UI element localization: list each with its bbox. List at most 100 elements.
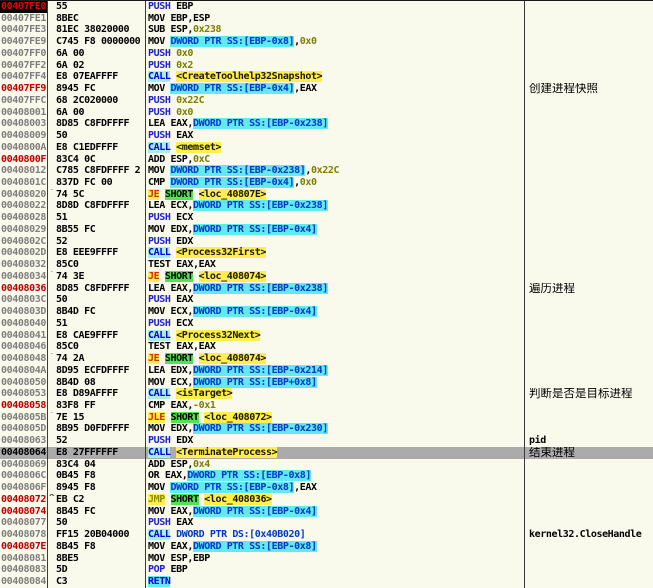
disasm-row[interactable]: 0040800950PUSH EAX	[0, 130, 653, 142]
disasm-row[interactable]: 0040807750PUSH EAX	[0, 517, 653, 529]
hex-bytes: C3	[56, 576, 67, 587]
disasm-row[interactable]: 00408064E8 27FFFFFFCALL <TerminateProces…	[0, 447, 653, 459]
disasm-row[interactable]: 0040803285C0TEST EAX,EAX	[0, 259, 653, 271]
hex-bytes: C785 C8FDFFFF 2	[56, 165, 140, 176]
disasm-row[interactable]: 0040804685C0TEST EAX,EAX	[0, 341, 653, 353]
hex-bytes-cell: 6A 02	[48, 60, 146, 72]
disasm-row[interactable]: 0040800AE8 C1EDFFFFCALL <memset>	[0, 142, 653, 154]
disasm-row[interactable]: 0040802DE8 EEE9FFFFCALL <Process32First>	[0, 247, 653, 259]
disasm-row[interactable]: 00408084C3RETN	[0, 576, 653, 588]
disasm-row[interactable]: 004080298B55 FCMOV EDX,DWORD PTR SS:[EBP…	[0, 224, 653, 236]
instruction-cell: SUB ESP,0x238	[146, 24, 525, 36]
comment-cell	[525, 271, 653, 283]
address-cell: 00407FF4	[0, 71, 48, 83]
disasm-row[interactable]: 004080748B45 FCMOV EAX,DWORD PTR SS:[EBP…	[0, 506, 653, 518]
address-cell: 00408053	[0, 388, 48, 400]
hex-bytes-cell: 8B55 FC	[48, 224, 146, 236]
hex-bytes-cell: 52	[48, 236, 146, 248]
instruction-cell: LEA EAX,DWORD PTR SS:[EBP-0x238]	[146, 118, 525, 130]
disasm-row[interactable]: 0040805883F8 FFCMP EAX,-0x1	[0, 400, 653, 412]
disasm-row[interactable]: 0040801C837D FC 00CMP DWORD PTR SS:[EBP-…	[0, 177, 653, 189]
comment-cell	[525, 294, 653, 306]
comment-cell: 判断是否是目标进程	[525, 388, 653, 400]
disasm-row[interactable]: 0040806F8945 F8MOV DWORD PTR SS:[EBP-0x8…	[0, 482, 653, 494]
disasm-row[interactable]: 00408041E8 CAE9FFFFCALL <Process32Next>	[0, 330, 653, 342]
address-cell: 0040807E	[0, 541, 48, 553]
hex-bytes-cell: 8D95 ECFDFFFF	[48, 365, 146, 377]
instruction-cell: JE SHORT <loc_40807E>	[146, 189, 525, 201]
disasm-row[interactable]: 0040806983C4 04ADD ESP,0x4	[0, 459, 653, 471]
disasm-row[interactable]: 0040805Bˇ7E 15JLE SHORT <loc_408072>	[0, 412, 653, 424]
comment-cell	[525, 541, 653, 553]
disasm-row[interactable]: 00408053E8 D89AFFFFCALL <isTarget>判断是否是目…	[0, 388, 653, 400]
disasm-row[interactable]: 004080835DPOP EBP	[0, 564, 653, 576]
disasm-row[interactable]: 004080016A 00PUSH 0x0	[0, 107, 653, 119]
instruction-cell: POP EBP	[146, 564, 525, 576]
hex-bytes: 6A 02	[56, 60, 84, 71]
disasm-row[interactable]: 004080038D85 C8FDFFFFLEA EAX,DWORD PTR S…	[0, 118, 653, 130]
hex-bytes-cell: 50	[48, 294, 146, 306]
comment-cell: kernel32.CloseHandle	[525, 529, 653, 541]
disasm-row[interactable]: 00408072^EB C2JMP SHORT <loc_408036>	[0, 494, 653, 506]
disasm-row[interactable]: 00407FE18BECMOV EBP,ESP	[0, 13, 653, 25]
disasm-row[interactable]: 00408020ˇ74 5CJE SHORT <loc_40807E>	[0, 189, 653, 201]
comment-cell	[525, 71, 653, 83]
instruction-cell: ADD ESP,0x4	[146, 459, 525, 471]
disasm-row[interactable]: 00408078FF15 20B04000CALL DWORD PTR DS:[…	[0, 529, 653, 541]
disasm-row[interactable]: 00408034ˇ74 3EJE SHORT <loc_408074>	[0, 271, 653, 283]
comment-cell	[525, 377, 653, 389]
address-cell: 00408069	[0, 459, 48, 471]
comment-cell	[525, 13, 653, 25]
disasm-row[interactable]: 00407FE9C745 F8 0000000MOV DWORD PTR SS:…	[0, 36, 653, 48]
comment-cell	[525, 330, 653, 342]
hex-bytes-cell: 83C4 04	[48, 459, 146, 471]
disasm-row[interactable]: 0040802C52PUSH EDX	[0, 236, 653, 248]
disasm-row[interactable]: 00407FF4E8 07EAFFFFCALL <CreateToolhelp3…	[0, 71, 653, 83]
disasm-row[interactable]: 0040803D8B4D FCMOV ECX,DWORD PTR SS:[EBP…	[0, 306, 653, 318]
disasm-row[interactable]: 00408048ˇ74 2AJE SHORT <loc_408074>	[0, 353, 653, 365]
disasm-row[interactable]: 00407FF06A 00PUSH 0x0	[0, 48, 653, 60]
hex-bytes-cell: E8 EEE9FFFF	[48, 247, 146, 259]
disasm-row[interactable]: 00407FE055PUSH EBP	[0, 1, 653, 13]
disasm-row[interactable]: 004080818BE5MOV ESP,EBP	[0, 553, 653, 565]
disasm-row[interactable]: 00407FF26A 02PUSH 0x2	[0, 60, 653, 72]
comment-cell	[525, 553, 653, 565]
disasm-row[interactable]: 00407FFC68 2C020000PUSH 0x22C	[0, 95, 653, 107]
hex-bytes-cell: C3	[48, 576, 146, 588]
hex-bytes: E8 27FFFFFF	[56, 447, 118, 458]
disasm-row[interactable]: 00408012C785 C8FDFFFF 2MOV DWORD PTR SS:…	[0, 165, 653, 177]
comment-cell	[525, 365, 653, 377]
disasm-row[interactable]: 0040803C50PUSH EAX	[0, 294, 653, 306]
disasm-row[interactable]: 0040800F83C4 0CADD ESP,0xC	[0, 154, 653, 166]
instruction-cell: MOV DWORD PTR SS:[EBP-0x8],EAX	[146, 482, 525, 494]
disasm-row[interactable]: 00407FF98945 FCMOV DWORD PTR SS:[EBP-0x4…	[0, 83, 653, 95]
comment-cell	[525, 142, 653, 154]
hex-bytes-cell: E8 27FFFFFF	[48, 447, 146, 459]
hex-bytes: FF15 20B04000	[56, 529, 129, 540]
comment-cell: pid	[525, 435, 653, 447]
hex-bytes: 837D FC 00	[56, 177, 112, 188]
instruction-cell: PUSH EAX	[146, 130, 525, 142]
address-cell: 00407FE0	[0, 1, 48, 13]
instruction-cell: PUSH EBP	[146, 1, 525, 13]
disasm-row[interactable]: 0040802851PUSH ECX	[0, 212, 653, 224]
address-cell: 00408036	[0, 283, 48, 295]
hex-bytes: E8 C1EDFFFF	[56, 142, 118, 153]
hex-bytes-cell: C745 F8 0000000	[48, 36, 146, 48]
comment-cell	[525, 517, 653, 529]
disasm-row[interactable]: 004080228D8D C8FDFFFFLEA ECX,DWORD PTR S…	[0, 200, 653, 212]
disasm-row[interactable]: 004080368D85 C8FDFFFFLEA EAX,DWORD PTR S…	[0, 283, 653, 295]
instruction-cell: MOV EBP,ESP	[146, 13, 525, 25]
disasm-row[interactable]: 0040804A8D95 ECFDFFFFLEA EDX,DWORD PTR S…	[0, 365, 653, 377]
disasm-row[interactable]: 0040804051PUSH ECX	[0, 318, 653, 330]
disasm-row[interactable]: 00407FE381EC 38020000SUB ESP,0x238	[0, 24, 653, 36]
disassembly-pane[interactable]: 00407FE055PUSH EBP00407FE18BECMOV EBP,ES…	[0, 0, 653, 588]
jump-direction-icon: ^	[49, 494, 56, 505]
disasm-row[interactable]: 0040806C0B45 F8OR EAX,DWORD PTR SS:[EBP-…	[0, 470, 653, 482]
disasm-row[interactable]: 0040806352PUSH EDXpid	[0, 435, 653, 447]
disasm-row[interactable]: 004080508B4D 08MOV ECX,DWORD PTR SS:[EBP…	[0, 377, 653, 389]
address-cell: 0040802C	[0, 236, 48, 248]
disasm-row[interactable]: 0040807E8B45 F8MOV EAX,DWORD PTR SS:[EBP…	[0, 541, 653, 553]
hex-bytes: 8945 F8	[56, 482, 95, 493]
disasm-row[interactable]: 0040805D8B95 D0FDFFFFMOV EDX,DWORD PTR S…	[0, 423, 653, 435]
